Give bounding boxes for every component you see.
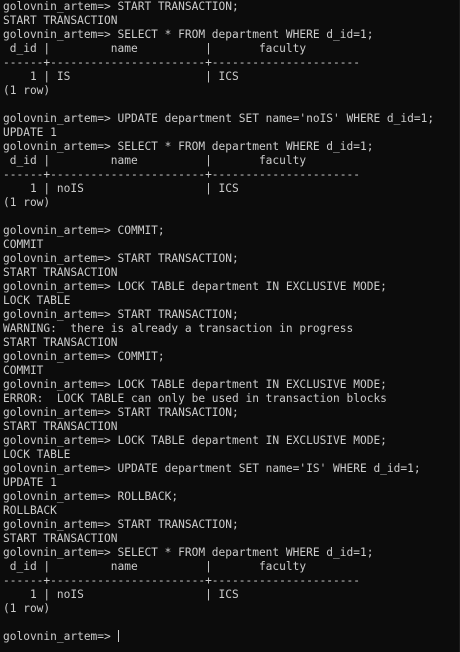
terminal-line: LOCK TABLE bbox=[3, 294, 71, 307]
terminal-prompt-line[interactable]: golovnin_artem=> bbox=[3, 630, 459, 644]
terminal-line: golovnin_artem=> COMMIT; bbox=[3, 224, 165, 237]
terminal-line: 1 | noIS | ICS bbox=[3, 182, 239, 195]
terminal-line: golovnin_artem=> START TRANSACTION; bbox=[3, 308, 239, 321]
terminal-line: 1 | noIS | ICS bbox=[3, 588, 239, 601]
terminal-line: UPDATE 1 bbox=[3, 126, 57, 139]
terminal-line: d_id | name | faculty bbox=[3, 560, 307, 573]
terminal-line: golovnin_artem=> SELECT * FROM departmen… bbox=[3, 546, 374, 559]
terminal-line: ROLLBACK bbox=[3, 504, 57, 517]
terminal-line: golovnin_artem=> LOCK TABLE department I… bbox=[3, 378, 387, 391]
terminal-line: START TRANSACTION bbox=[3, 336, 118, 349]
terminal-line: 1 | IS | ICS bbox=[3, 70, 239, 83]
terminal-line: (1 row) bbox=[3, 84, 51, 97]
terminal-line: LOCK TABLE bbox=[3, 448, 71, 461]
terminal-line: (1 row) bbox=[3, 602, 51, 615]
terminal-line: golovnin_artem=> UPDATE department SET n… bbox=[3, 112, 435, 125]
terminal-line: ERROR: LOCK TABLE can only be used in tr… bbox=[3, 392, 387, 405]
terminal-line: d_id | name | faculty bbox=[3, 154, 307, 167]
text-cursor bbox=[117, 630, 119, 642]
terminal-line: COMMIT bbox=[3, 238, 44, 251]
terminal-line: golovnin_artem=> LOCK TABLE department I… bbox=[3, 280, 387, 293]
terminal-line: golovnin_artem=> COMMIT; bbox=[3, 350, 165, 363]
terminal-line: UPDATE 1 bbox=[3, 476, 57, 489]
terminal-line: golovnin_artem=> SELECT * FROM departmen… bbox=[3, 28, 374, 41]
terminal-line: golovnin_artem=> START TRANSACTION; bbox=[3, 0, 239, 13]
terminal-line: COMMIT bbox=[3, 364, 44, 377]
terminal-line: golovnin_artem=> START TRANSACTION; bbox=[3, 406, 239, 419]
prompt-text: golovnin_artem=> bbox=[3, 630, 118, 643]
terminal-line: START TRANSACTION bbox=[3, 532, 118, 545]
terminal-line: golovnin_artem=> ROLLBACK; bbox=[3, 490, 179, 503]
terminal-line: golovnin_artem=> SELECT * FROM departmen… bbox=[3, 140, 374, 153]
terminal-line: ------+-----------------------+---------… bbox=[3, 56, 360, 69]
terminal-line: golovnin_artem=> START TRANSACTION; bbox=[3, 518, 239, 531]
terminal-line: START TRANSACTION bbox=[3, 14, 118, 27]
terminal-line: d_id | name | faculty bbox=[3, 42, 307, 55]
terminal-line: START TRANSACTION bbox=[3, 266, 118, 279]
terminal-line: golovnin_artem=> START TRANSACTION; bbox=[3, 252, 239, 265]
terminal-line: ------+-----------------------+---------… bbox=[3, 168, 360, 181]
terminal-line: WARNING: there is already a transaction … bbox=[3, 322, 354, 335]
terminal-line: golovnin_artem=> UPDATE department SET n… bbox=[3, 462, 421, 475]
terminal-line: START TRANSACTION bbox=[3, 420, 118, 433]
terminal-line: (1 row) bbox=[3, 196, 51, 209]
terminal-line: ------+-----------------------+---------… bbox=[3, 574, 360, 587]
terminal-line: golovnin_artem=> LOCK TABLE department I… bbox=[3, 434, 387, 447]
terminal-window[interactable]: golovnin_artem=> START TRANSACTION; STAR… bbox=[0, 0, 460, 652]
